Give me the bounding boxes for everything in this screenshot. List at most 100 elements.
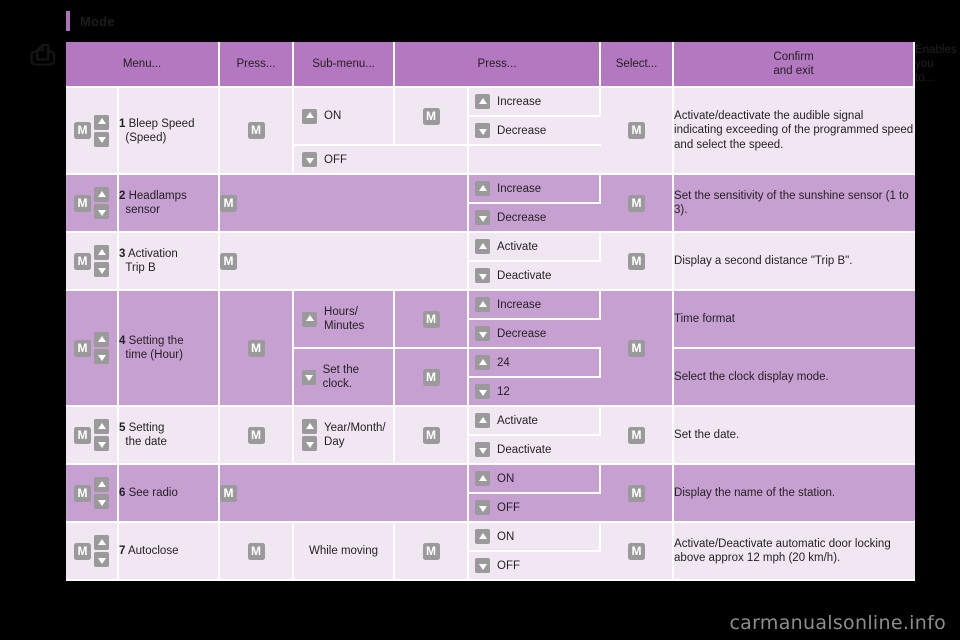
arrow-down-icon[interactable]: [94, 262, 109, 277]
m-button-icon[interactable]: M: [74, 194, 91, 212]
arrow-down-icon[interactable]: [94, 131, 109, 147]
select-cell-row-2-increase[interactable]: Increase: [469, 175, 602, 204]
arrow-up-icon[interactable]: [94, 419, 109, 434]
m-button-icon[interactable]: M: [247, 122, 265, 139]
arrow-down-icon[interactable]: [475, 442, 491, 457]
select-cell-row-5-deactivate[interactable]: Deactivate: [469, 436, 602, 465]
select-cell-row-2-decrease[interactable]: Decrease: [469, 204, 602, 233]
submenu-cell-row-4-hours[interactable]: Hours/ Minutes: [294, 291, 396, 349]
arrow-up-icon[interactable]: [94, 187, 109, 202]
select-cell-row-3-activate[interactable]: Activate: [469, 233, 602, 262]
m-button-icon[interactable]: M: [220, 194, 238, 212]
select-cell-row-1-decrease[interactable]: Decrease: [469, 117, 602, 146]
press-cell-row-5[interactable]: M: [220, 407, 295, 465]
arrow-up-icon[interactable]: [302, 108, 318, 124]
confirm-cell-row-3[interactable]: M: [601, 233, 675, 291]
press2-cell-row-5[interactable]: M: [395, 407, 470, 465]
press2-cell-row-1[interactable]: M: [395, 88, 470, 146]
arrow-down-icon[interactable]: [475, 326, 491, 341]
m-button-icon[interactable]: M: [628, 542, 646, 560]
m-button-icon[interactable]: M: [422, 426, 440, 444]
arrow-down-icon[interactable]: [94, 349, 109, 364]
arrow-down-icon[interactable]: [94, 436, 109, 451]
arrow-up-icon[interactable]: [475, 297, 491, 312]
arrow-up-icon[interactable]: [94, 245, 109, 260]
press-submenu-cell-row-6[interactable]: M: [220, 465, 470, 523]
m-button-icon[interactable]: M: [74, 122, 91, 139]
nav-control-row-4[interactable]: M: [66, 291, 119, 407]
select-cell-row-5-activate[interactable]: Activate: [469, 407, 602, 436]
submenu-cell-row-4-setclock[interactable]: Set the clock.: [294, 349, 396, 407]
arrow-down-icon[interactable]: [302, 436, 318, 451]
arrow-up-icon[interactable]: [302, 419, 318, 434]
select-cell-row-4-decrease[interactable]: Decrease: [469, 320, 602, 349]
press-submenu-cell-row-3[interactable]: M: [220, 233, 470, 291]
arrow-up-icon[interactable]: [475, 181, 491, 196]
select-cell-row-6-on[interactable]: ON: [469, 465, 602, 494]
m-button-icon[interactable]: M: [74, 484, 91, 502]
arrow-up-icon[interactable]: [302, 311, 318, 327]
press-cell-row-1[interactable]: M: [220, 88, 295, 175]
m-button-icon[interactable]: M: [628, 339, 646, 357]
confirm-cell-row-1[interactable]: M: [601, 88, 675, 175]
select-cell-row-7-on[interactable]: ON: [469, 523, 602, 552]
nav-control-row-3[interactable]: M: [66, 233, 119, 291]
submenu-cell-row-5[interactable]: Year/Month/ Day: [294, 407, 396, 465]
arrow-up-icon[interactable]: [475, 94, 491, 109]
submenu-cell-row-1-on[interactable]: ON: [294, 88, 396, 146]
confirm-cell-row-2[interactable]: M: [601, 175, 675, 233]
m-button-icon[interactable]: M: [74, 542, 91, 560]
nav-control-row-7[interactable]: M: [66, 523, 119, 581]
confirm-cell-row-4[interactable]: M: [601, 291, 675, 407]
confirm-cell-row-6[interactable]: M: [601, 465, 675, 523]
m-button-icon[interactable]: M: [422, 368, 440, 386]
arrow-down-icon[interactable]: [475, 558, 491, 573]
arrow-down-icon[interactable]: [475, 500, 491, 515]
arrow-up-icon[interactable]: [475, 413, 491, 428]
m-button-icon[interactable]: M: [628, 484, 646, 502]
m-button-icon[interactable]: M: [422, 542, 440, 560]
confirm-cell-row-7[interactable]: M: [601, 523, 675, 581]
arrow-up-icon[interactable]: [475, 355, 491, 370]
press-submenu-cell-row-2[interactable]: M: [220, 175, 470, 233]
m-button-icon[interactable]: M: [628, 426, 646, 444]
arrow-up-icon[interactable]: [475, 529, 491, 544]
select-cell-row-3-deactivate[interactable]: Deactivate: [469, 262, 602, 291]
m-button-icon[interactable]: M: [247, 426, 265, 444]
nav-control-row-5[interactable]: M: [66, 407, 119, 465]
arrow-down-icon[interactable]: [302, 369, 316, 385]
m-button-icon[interactable]: M: [220, 484, 238, 502]
m-button-icon[interactable]: M: [220, 252, 238, 270]
press2-cell-row-7[interactable]: M: [395, 523, 470, 581]
nav-control-row-6[interactable]: M: [66, 465, 119, 523]
confirm-cell-row-5[interactable]: M: [601, 407, 675, 465]
arrow-down-icon[interactable]: [302, 152, 318, 167]
press2-cell-row-4-setclock[interactable]: M: [395, 349, 470, 407]
arrow-down-icon[interactable]: [475, 210, 491, 225]
arrow-up-icon[interactable]: [94, 332, 109, 347]
arrow-down-icon[interactable]: [475, 384, 491, 399]
m-button-icon[interactable]: M: [74, 339, 91, 357]
select-cell-row-4-12[interactable]: 12: [469, 378, 602, 407]
arrow-up-icon[interactable]: [94, 114, 109, 130]
m-button-icon[interactable]: M: [74, 426, 91, 444]
m-button-icon[interactable]: M: [628, 122, 646, 139]
press-cell-row-7[interactable]: M: [220, 523, 295, 581]
select-cell-row-1-increase[interactable]: Increase: [469, 88, 602, 117]
press2-cell-row-4-hours[interactable]: M: [395, 291, 470, 349]
m-button-icon[interactable]: M: [74, 252, 91, 270]
nav-control-row-1[interactable]: M: [66, 88, 119, 175]
select-cell-row-4-increase[interactable]: Increase: [469, 291, 602, 320]
press-cell-row-4[interactable]: M: [220, 291, 295, 407]
select-cell-row-4-24[interactable]: 24: [469, 349, 602, 378]
select-cell-row-7-off[interactable]: OFF: [469, 552, 602, 581]
m-button-icon[interactable]: M: [247, 339, 265, 357]
m-button-icon[interactable]: M: [422, 107, 440, 125]
arrow-up-icon[interactable]: [94, 477, 109, 492]
m-button-icon[interactable]: M: [628, 194, 646, 212]
arrow-up-icon[interactable]: [94, 535, 109, 550]
m-button-icon[interactable]: M: [628, 252, 646, 270]
select-cell-row-6-off[interactable]: OFF: [469, 494, 602, 523]
arrow-down-icon[interactable]: [94, 204, 109, 219]
arrow-down-icon[interactable]: [475, 123, 491, 138]
